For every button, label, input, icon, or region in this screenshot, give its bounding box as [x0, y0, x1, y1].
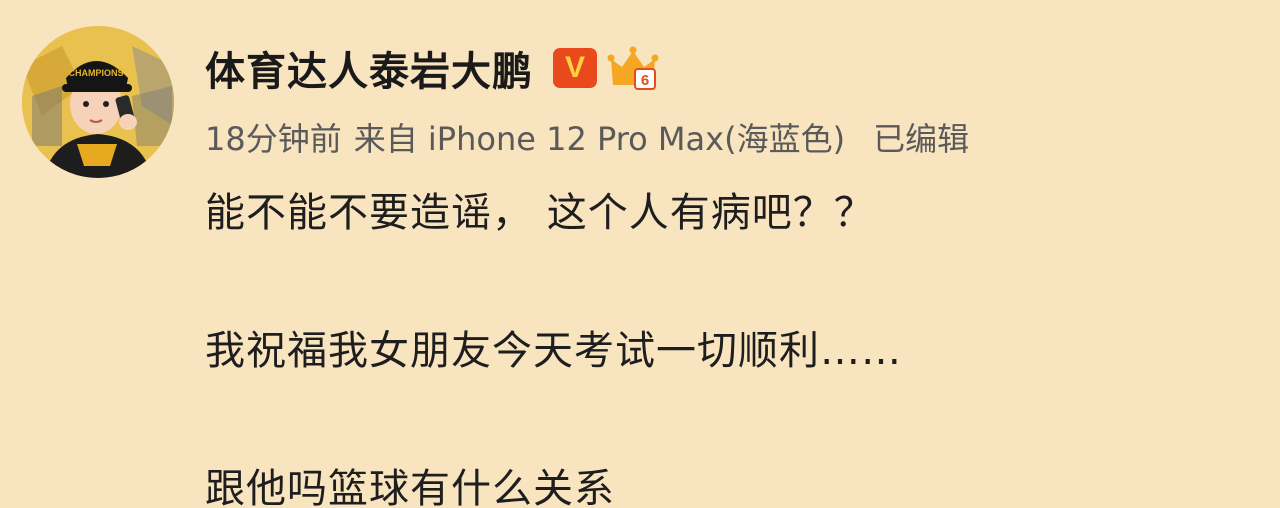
svg-text:CHAMPIONS: CHAMPIONS: [68, 68, 123, 78]
post-text-line-3: 跟他吗篮球有什么关系: [205, 466, 615, 508]
post-meta: 18分钟前 来自 iPhone 12 Pro Max(海蓝色) 已编辑: [205, 114, 969, 160]
post-text-line-1: 能不能不要造谣， 这个人有病吧？？: [205, 190, 875, 236]
crown-level-icon[interactable]: 6: [607, 45, 659, 91]
name-row: 体育达人泰岩大鹏 V 6: [205, 40, 659, 96]
post-time[interactable]: 18分钟前: [205, 120, 342, 158]
post-source: 来自 iPhone 12 Pro Max(海蓝色): [353, 120, 846, 158]
svg-text:6: 6: [641, 72, 649, 89]
avatar-illustration: CHAMPIONS: [22, 26, 174, 178]
post-text-line-2: 我祝福我女朋友今天考试一切顺利……: [205, 328, 902, 374]
username[interactable]: 体育达人泰岩大鹏: [205, 39, 533, 97]
user-avatar[interactable]: CHAMPIONS: [22, 26, 174, 178]
edited-label[interactable]: 已编辑: [873, 120, 969, 158]
weibo-post: CHAMPIONS 体育达人泰岩大鹏 V 6 18分钟前 来自 iPhone 12…: [0, 0, 1280, 508]
verified-v-icon[interactable]: V: [553, 48, 597, 88]
verified-badge-label: V: [564, 51, 585, 84]
